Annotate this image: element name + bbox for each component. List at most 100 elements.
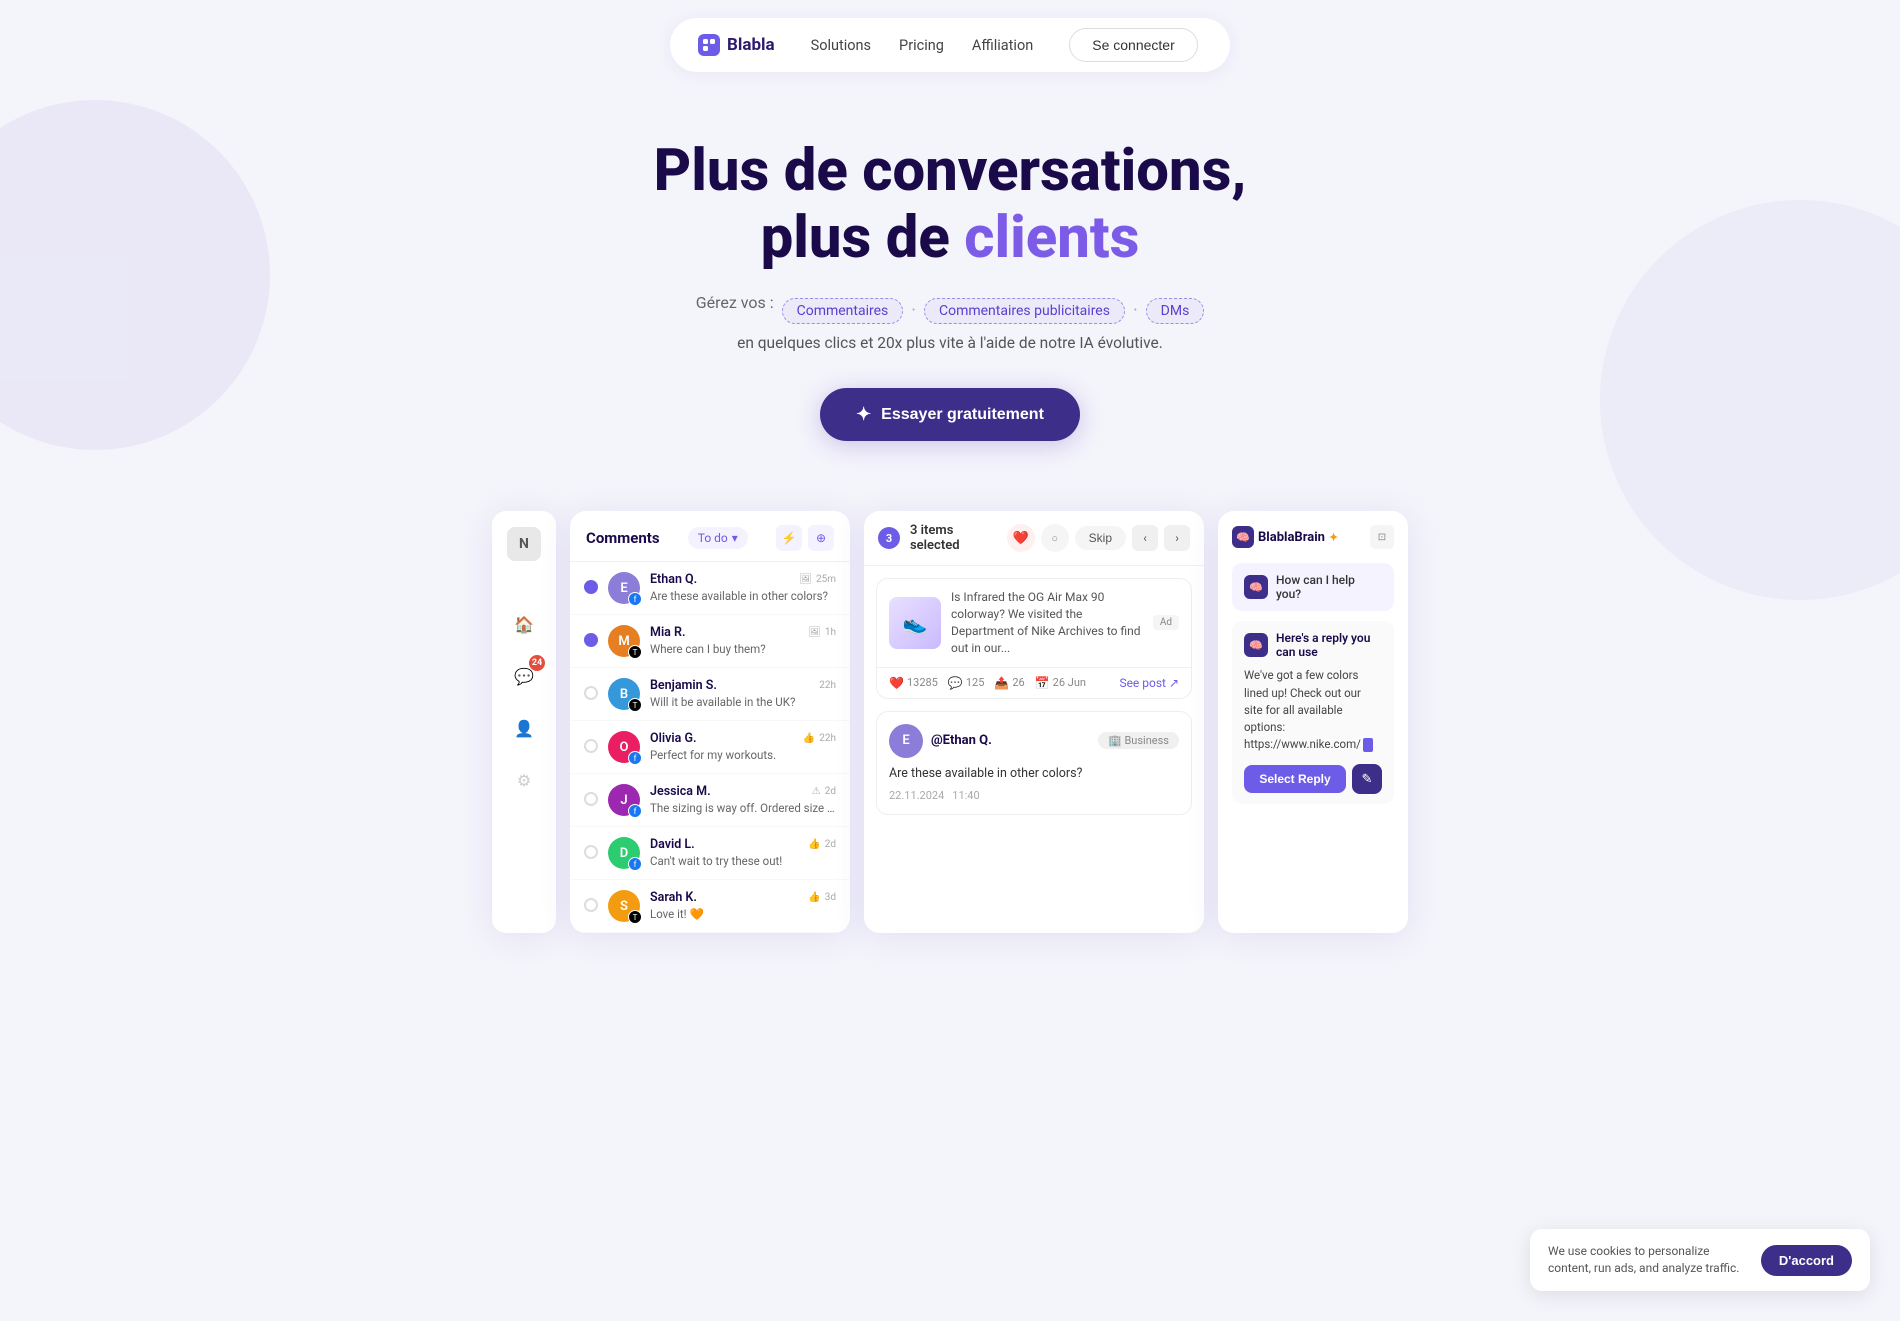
comment-time-0: 25m bbox=[816, 574, 836, 585]
add-icon-btn[interactable]: ⊕ bbox=[808, 525, 834, 551]
comment-content-3: Olivia G. 👍 22h Perfect for my workouts. bbox=[650, 731, 836, 762]
likes-count: 13285 bbox=[907, 676, 938, 689]
comment-item-4[interactable]: J f Jessica M. ⚠ 2d The sizing is way of… bbox=[570, 774, 850, 827]
brain-star: ✦ bbox=[1329, 531, 1338, 544]
comment-name-0: Ethan Q. bbox=[650, 572, 697, 587]
mockup-section: N 🏠 💬 24 👤 ⚙ Comments To do ▾ ⚡ ⊕ bbox=[0, 461, 1900, 933]
stat-comments: 💬 125 bbox=[948, 676, 985, 690]
cta-button[interactable]: ✦ Essayer gratuitement bbox=[820, 388, 1080, 441]
platform-badge-6: T bbox=[628, 910, 642, 924]
circle-button[interactable]: ○ bbox=[1041, 524, 1069, 552]
detail-comment-text: Are these available in other colors? bbox=[889, 766, 1179, 781]
comments-panel: Comments To do ▾ ⚡ ⊕ E f bbox=[570, 511, 850, 933]
radio-dot-5 bbox=[584, 845, 598, 859]
hero-title: Plus de conversations, plus de clients bbox=[20, 138, 1880, 271]
skip-button[interactable]: Skip bbox=[1075, 526, 1126, 550]
comment-item-2[interactable]: B T Benjamin S. 22h Will it be available… bbox=[570, 668, 850, 721]
items-count: 3 bbox=[878, 527, 900, 549]
comment-content-1: Mia R. 🖼 1h Where can I buy them? bbox=[650, 625, 836, 656]
post-card: 👟 Is Infrared the OG Air Max 90 colorway… bbox=[876, 578, 1192, 698]
badge-row: Gérez vos : Commentaires · Commentaires … bbox=[20, 293, 1880, 328]
comment-name-4: Jessica M. bbox=[650, 784, 711, 799]
sidebar-home-icon[interactable]: 🏠 bbox=[507, 607, 541, 641]
radio-dot-2 bbox=[584, 686, 598, 700]
platform-badge-2: T bbox=[628, 698, 642, 712]
platform-badge-5: f bbox=[628, 857, 642, 871]
selected-text: 3 items selected bbox=[910, 523, 997, 553]
comment-time-4: 2d bbox=[825, 786, 836, 797]
comment-item-0[interactable]: E f Ethan Q. 🖼 25m Are these available i… bbox=[570, 562, 850, 615]
select-reply-button[interactable]: Select Reply bbox=[1244, 765, 1346, 793]
comment-time-5: 2d bbox=[825, 839, 836, 850]
comment-meta-6: 👍 3d bbox=[808, 892, 836, 903]
cookie-accept-button[interactable]: D'accord bbox=[1761, 1245, 1852, 1276]
ai-reply-body: We've got a few colors lined up! Check o… bbox=[1244, 667, 1382, 753]
ai-reply-text: We've got a few colors lined up! Check o… bbox=[1244, 668, 1361, 751]
comment-item-1[interactable]: M T Mia R. 🖼 1h Where can I buy them? bbox=[570, 615, 850, 668]
comment-content-0: Ethan Q. 🖼 25m Are these available in ot… bbox=[650, 572, 836, 603]
avatar-1: M T bbox=[608, 625, 640, 657]
next-arrow[interactable]: › bbox=[1164, 525, 1190, 551]
avatar-4: J f bbox=[608, 784, 640, 816]
sidebar-messages-icon[interactable]: 💬 24 bbox=[507, 659, 541, 693]
ai-help-bubble: 🧠 How can I help you? bbox=[1232, 563, 1394, 611]
nav-solutions[interactable]: Solutions bbox=[811, 37, 871, 54]
heart-button[interactable]: ❤️ bbox=[1007, 524, 1035, 552]
avatar-5: D f bbox=[608, 837, 640, 869]
ai-reply-label: Here's a reply you can use bbox=[1276, 631, 1382, 659]
hero-title-line2-prefix: plus de bbox=[761, 204, 965, 272]
prev-arrow[interactable]: ‹ bbox=[1132, 525, 1158, 551]
comment-item-5[interactable]: D f David L. 👍 2d Can't wait to try thes… bbox=[570, 827, 850, 880]
nav-affiliation[interactable]: Affiliation bbox=[972, 37, 1033, 54]
business-icon: 🏢 bbox=[1108, 734, 1122, 747]
stat-shares: 📤 26 bbox=[994, 676, 1024, 690]
platform-badge-3: f bbox=[628, 751, 642, 765]
ai-header: 🧠 BlablaBrain✦ ⊡ bbox=[1232, 525, 1394, 549]
comment-item-3[interactable]: O f Olivia G. 👍 22h Perfect for my worko… bbox=[570, 721, 850, 774]
comment-name-3: Olivia G. bbox=[650, 731, 697, 746]
blabla-brain-logo: 🧠 BlablaBrain✦ bbox=[1232, 526, 1338, 548]
expand-icon[interactable]: ⊡ bbox=[1370, 525, 1394, 549]
comment-item-6[interactable]: S T Sarah K. 👍 3d Love it! 🧡 bbox=[570, 880, 850, 933]
post-info: Is Infrared the OG Air Max 90 colorway? … bbox=[951, 589, 1143, 656]
comment-text-2: Will it be available in the UK? bbox=[650, 695, 836, 709]
connect-button[interactable]: Se connecter bbox=[1069, 28, 1198, 62]
post-date: 26 Jun bbox=[1053, 676, 1086, 689]
sidebar-settings-icon[interactable]: ⚙ bbox=[507, 763, 541, 797]
avatar-3: O f bbox=[608, 731, 640, 763]
sidebar-users-icon[interactable]: 👤 bbox=[507, 711, 541, 745]
logo-icon bbox=[698, 34, 720, 56]
edit-reply-button[interactable]: ✎ bbox=[1352, 764, 1382, 794]
ai-panel: 🧠 BlablaBrain✦ ⊡ 🧠 How can I help you? 🧠… bbox=[1218, 511, 1408, 933]
nav-pricing[interactable]: Pricing bbox=[899, 37, 944, 54]
edit-icon: ✎ bbox=[1362, 771, 1373, 787]
ad-badge: Ad bbox=[1153, 615, 1179, 630]
avatar-6: S T bbox=[608, 890, 640, 922]
logo[interactable]: Blabla bbox=[698, 34, 775, 56]
comment-detail: E @Ethan Q. 🏢 Business Are these availab… bbox=[876, 711, 1192, 815]
comments-title: Comments bbox=[586, 529, 660, 547]
detail-avatar-row: E @Ethan Q. 🏢 Business bbox=[889, 724, 1179, 758]
cursor-indicator bbox=[1363, 738, 1373, 752]
middle-header: 3 3 items selected ❤️ ○ Skip ‹ › bbox=[864, 511, 1204, 566]
navbar: Blabla Solutions Pricing Affiliation Se … bbox=[0, 0, 1900, 90]
see-post-link[interactable]: See post ↗ bbox=[1119, 676, 1179, 690]
comment-icon-3: 👍 bbox=[803, 733, 815, 744]
sep2: · bbox=[1133, 300, 1138, 321]
comment-text-6: Love it! 🧡 bbox=[650, 907, 836, 921]
comment-name-5: David L. bbox=[650, 837, 695, 852]
badge-commentaires: Commentaires bbox=[782, 298, 904, 324]
todo-label: To do bbox=[698, 531, 728, 545]
filter-icon-btn[interactable]: ⚡ bbox=[776, 525, 802, 551]
radio-dot-6 bbox=[584, 898, 598, 912]
detail-date-value: 22.11.2024 bbox=[889, 789, 944, 802]
post-image-row: 👟 Is Infrared the OG Air Max 90 colorway… bbox=[877, 579, 1191, 666]
radio-dot-3 bbox=[584, 739, 598, 753]
detail-avatar: E bbox=[889, 724, 923, 758]
comment-time-1: 1h bbox=[825, 627, 836, 638]
brand-name: BlablaBrain bbox=[1258, 530, 1325, 545]
todo-selector[interactable]: To do ▾ bbox=[688, 527, 748, 549]
post-image: 👟 bbox=[889, 597, 941, 649]
cookie-bar: We use cookies to personalize content, r… bbox=[1530, 1229, 1870, 1291]
ai-actions: Select Reply ✎ bbox=[1244, 764, 1382, 794]
